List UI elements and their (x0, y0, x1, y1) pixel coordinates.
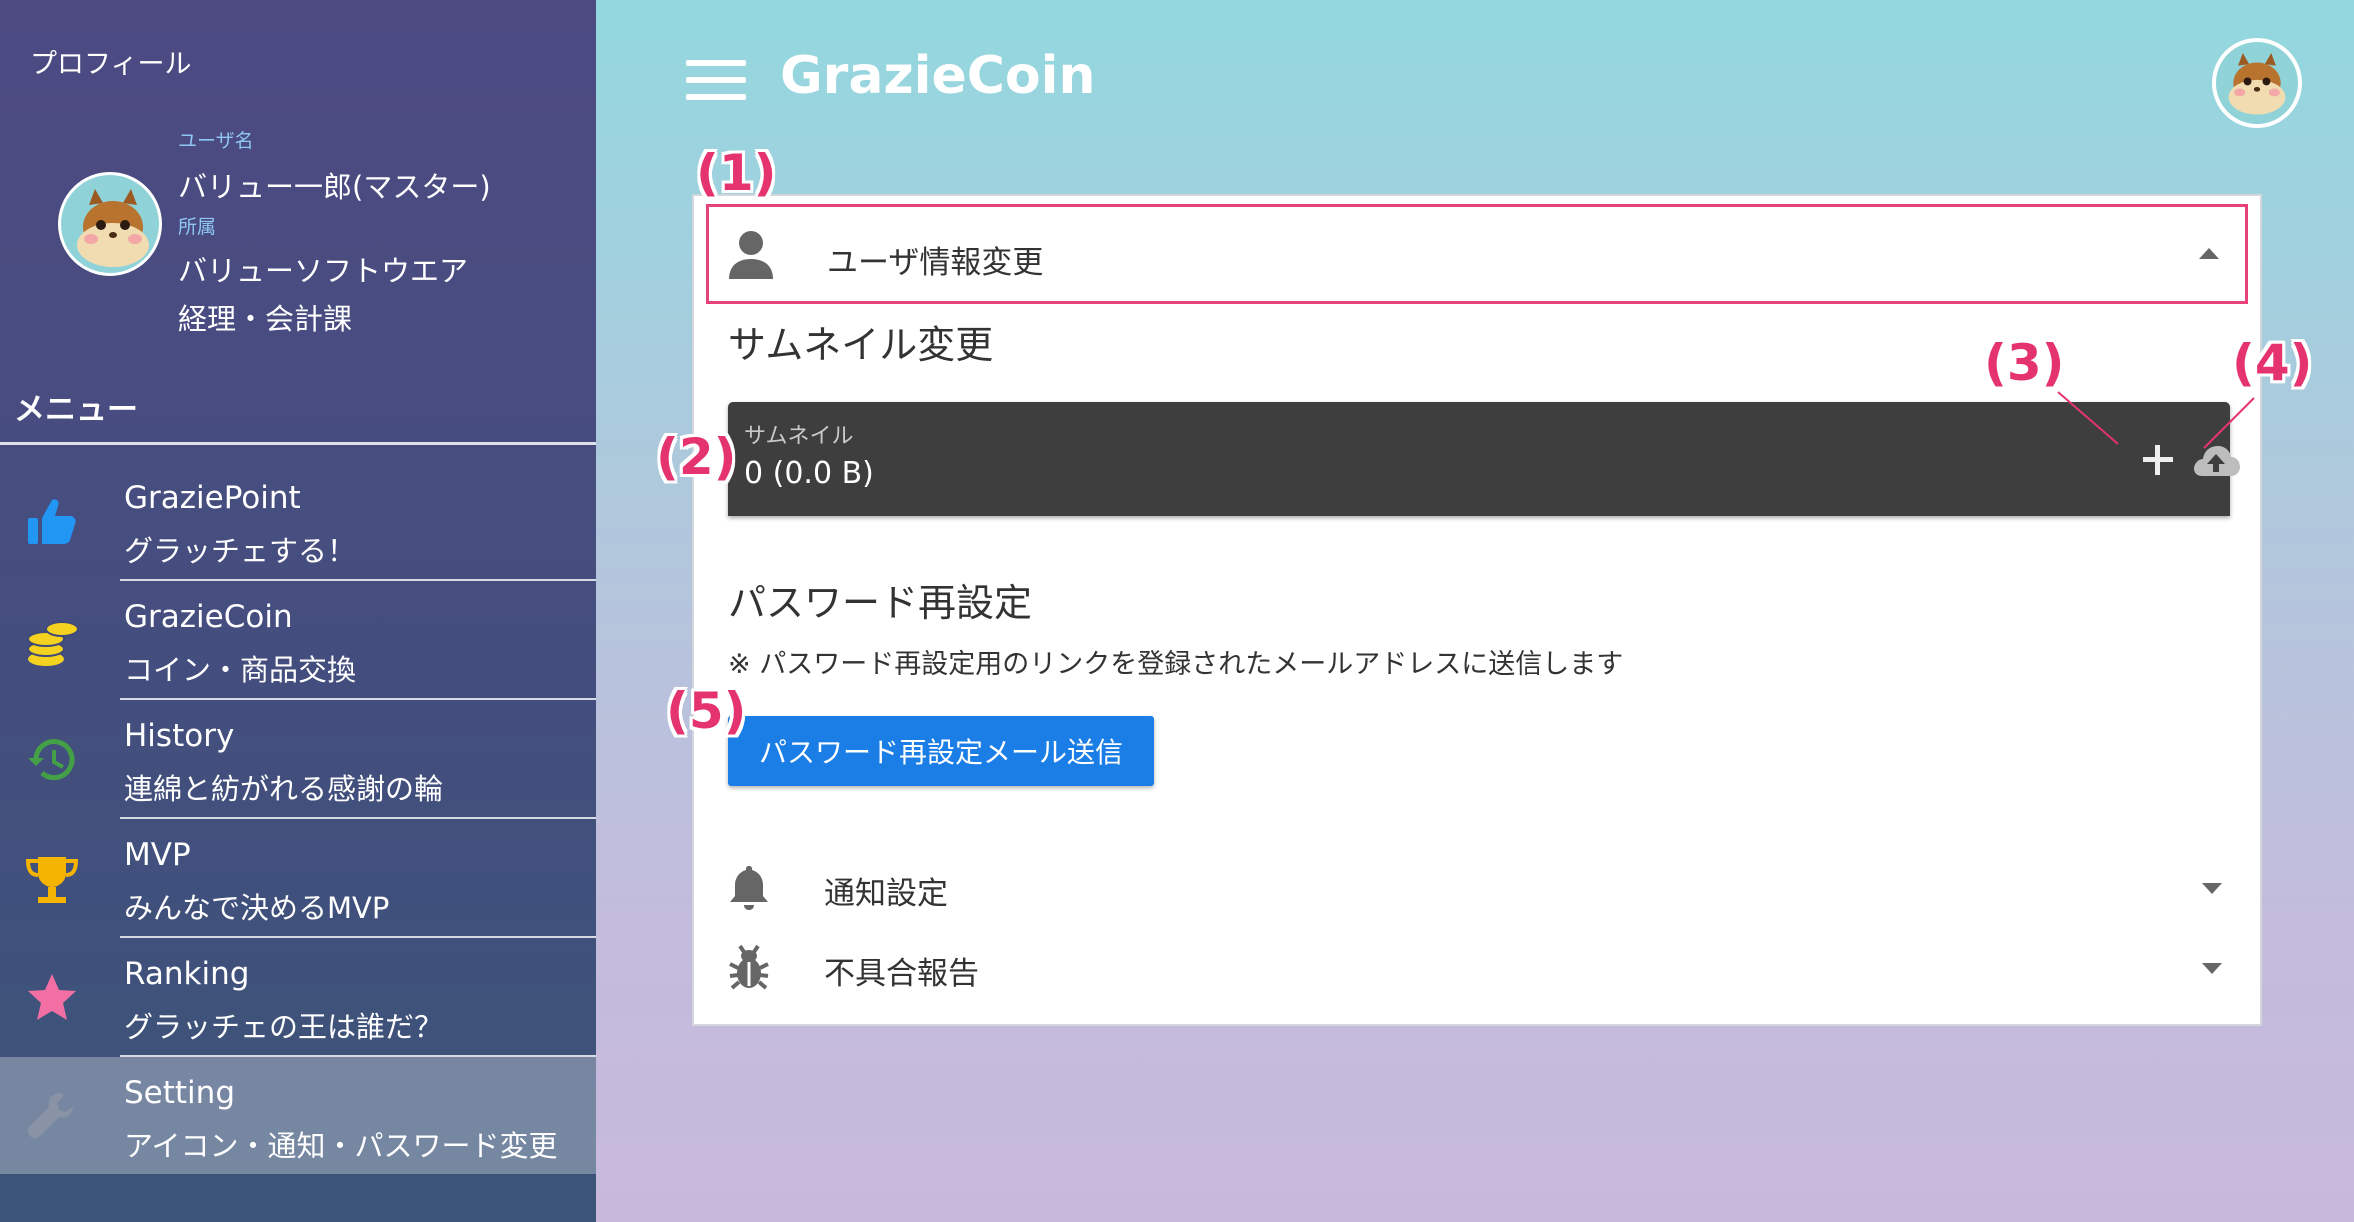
sidebar-item-graziecoin[interactable]: GrazieCoin コイン・商品交換 (0, 581, 596, 698)
chevron-up-icon (2199, 248, 2219, 259)
sidebar-item-subtitle: グラッチェする！ (124, 534, 357, 568)
callout-3: (3) (1984, 334, 2065, 392)
history-icon (28, 739, 75, 781)
thumbnail-field-label: サムネイル (744, 424, 854, 449)
thumbnail-file-field[interactable]: サムネイル 0 (0.0 B) (728, 402, 2240, 516)
username-label: ユーザ名 (178, 130, 254, 152)
password-reset-note: ※ パスワード再設定用のリンクを登録されたメールアドレスに送信します (728, 649, 1624, 680)
bug-report-title: 不具合報告 (824, 956, 979, 992)
thumbnail-section-title: サムネイル変更 (728, 323, 994, 367)
menu-heading: メニュー (14, 392, 138, 428)
coins-icon (27, 621, 79, 666)
bug-report-row[interactable]: 不具合報告 (706, 932, 2248, 1002)
sidebar-item-ranking[interactable]: Ranking グラッチェの王は誰だ？ (0, 938, 596, 1055)
hamburger-menu-button[interactable] (686, 60, 746, 100)
user-info-panel-title: ユーザ情報変更 (827, 245, 1044, 281)
menu-divider (0, 442, 596, 445)
hamburger-line (686, 60, 746, 66)
trophy-icon (25, 857, 79, 903)
username: バリュー一郎(マスター) (178, 170, 491, 204)
app-title: GrazieCoin (780, 46, 1096, 106)
notification-settings-title: 通知設定 (824, 876, 948, 912)
thumbs-up-icon (28, 499, 76, 544)
sidebar-item-history[interactable]: History 連綿と紡がれる感謝の輪 (0, 700, 596, 817)
sidebar-item-subtitle: グラッチェの王は誰だ？ (124, 1010, 444, 1044)
sidebar-item-title: History (124, 718, 235, 754)
person-icon (729, 231, 773, 279)
affiliation-label: 所属 (178, 216, 217, 238)
sidebar-item-subtitle: アイコン・通知・パスワード変更 (124, 1129, 558, 1163)
bell-icon (730, 866, 768, 910)
sidebar-item-mvp[interactable]: MVP みんなで決めるMVP (0, 819, 596, 936)
hamburger-line (686, 94, 746, 100)
sidebar-item-subtitle: みんなで決めるMVP (124, 891, 390, 925)
sidebar: プロフィール ユーザ名 バリュー一郎(マスター) 所属 バリューソフトウエア 経… (0, 0, 596, 1222)
thumbnail-field-value: 0 (0.0 B) (744, 456, 874, 491)
sidebar-item-title: Ranking (124, 956, 250, 992)
sidebar-item-setting[interactable]: Setting アイコン・通知・パスワード変更 (0, 1057, 596, 1174)
send-password-reset-button[interactable]: パスワード再設定メール送信 (728, 716, 1154, 786)
squirrel-avatar-icon (77, 189, 149, 267)
sidebar-item-title: GraziePoint (124, 480, 301, 516)
chevron-down-icon (2202, 963, 2222, 974)
hamburger-line (686, 77, 746, 83)
company-name: バリューソフトウエア (178, 254, 469, 288)
star-icon (28, 974, 76, 1020)
chevron-down-icon (2202, 883, 2222, 894)
sidebar-item-title: GrazieCoin (124, 599, 293, 635)
notification-settings-row[interactable]: 通知設定 (706, 852, 2248, 922)
sidebar-item-subtitle: コイン・商品交換 (124, 653, 357, 687)
profile-heading: プロフィール (30, 49, 192, 80)
user-info-panel-header[interactable]: ユーザ情報変更 (706, 204, 2248, 304)
bug-icon (729, 944, 769, 990)
user-avatar-button[interactable] (2212, 38, 2302, 128)
sidebar-item-subtitle: 連綿と紡がれる感謝の輪 (124, 772, 444, 806)
department-name: 経理・会計課 (178, 302, 353, 336)
callout-5: (5) (666, 682, 747, 740)
callout-2: (2) (656, 428, 737, 486)
password-section-title: パスワード再設定 (728, 581, 1033, 625)
wrench-icon (27, 1093, 73, 1139)
settings-card: ユーザ情報変更 サムネイル変更 サムネイル 0 (0.0 B) パスワード再設定… (692, 194, 2262, 1026)
sidebar-item-title: Setting (124, 1075, 235, 1111)
sidebar-item-title: MVP (124, 837, 191, 873)
profile-avatar (58, 172, 162, 276)
sidebar-item-graziepoint[interactable]: GraziePoint グラッチェする！ (0, 462, 596, 579)
cloud-upload-icon[interactable] (2190, 440, 2242, 480)
add-icon[interactable] (2138, 440, 2178, 480)
callout-4: (4) (2232, 334, 2313, 392)
squirrel-avatar-icon (2228, 53, 2286, 115)
callout-1: (1) (696, 144, 777, 202)
